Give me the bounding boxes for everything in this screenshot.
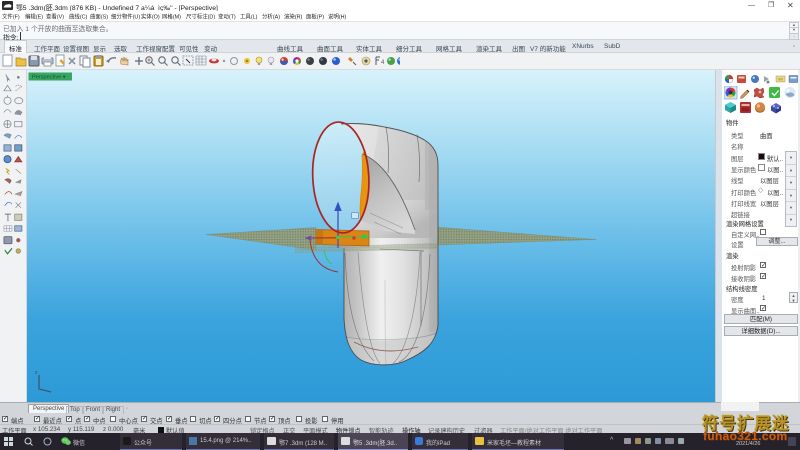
svg-text:Perspective ▾: Perspective ▾ (32, 75, 66, 81)
svg-text:4: 4 (381, 60, 385, 66)
